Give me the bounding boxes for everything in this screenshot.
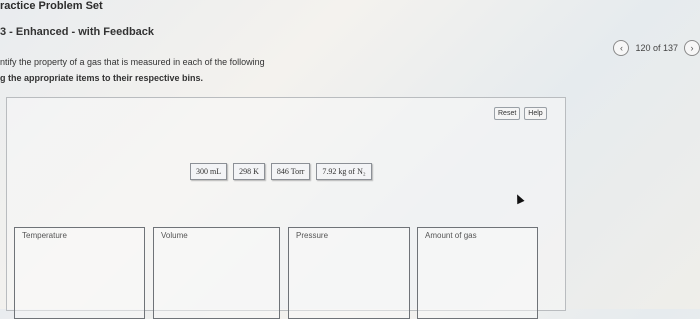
drag-instruction-text: g the appropriate items to their respect… — [0, 73, 204, 83]
bin-label: Amount of gas — [425, 231, 477, 240]
bin-label: Pressure — [296, 231, 329, 240]
instruction-text: ntify the property of a gas that is meas… — [0, 57, 265, 67]
tile-300-ml[interactable]: 300 mL — [190, 163, 228, 180]
tile-846-torr[interactable]: 846 Torr — [270, 163, 311, 180]
problem-title: 3 - Enhanced - with Feedback — [0, 26, 155, 38]
previous-problem-button[interactable]: ‹ — [613, 40, 630, 56]
tile-7-92-kg-n2[interactable]: 7.92 kg of N₂ — [316, 163, 372, 180]
problem-navigation: ‹ 120 of 137 › — [613, 40, 700, 56]
next-problem-button[interactable]: › — [684, 40, 700, 56]
bin-pressure[interactable]: Pressure — [288, 227, 410, 319]
practice-problem-set-title: ractice Problem Set — [0, 0, 103, 12]
reset-button[interactable]: Reset — [494, 107, 521, 120]
problem-counter: 120 of 137 — [635, 43, 678, 53]
bin-label: Volume — [161, 231, 188, 240]
chevron-right-icon: › — [690, 43, 694, 53]
tile-298-k[interactable]: 298 K — [233, 163, 265, 180]
panel-controls: Reset Help — [494, 107, 547, 120]
chevron-left-icon: ‹ — [619, 43, 623, 53]
bin-amount-of-gas[interactable]: Amount of gas — [417, 227, 538, 319]
bin-label: Temperature — [22, 231, 67, 240]
answer-tiles: 300 mL 298 K 846 Torr 7.92 kg of N₂ — [190, 163, 372, 180]
help-button[interactable]: Help — [524, 107, 547, 120]
bin-volume[interactable]: Volume — [153, 227, 280, 319]
bin-temperature[interactable]: Temperature — [14, 227, 145, 319]
